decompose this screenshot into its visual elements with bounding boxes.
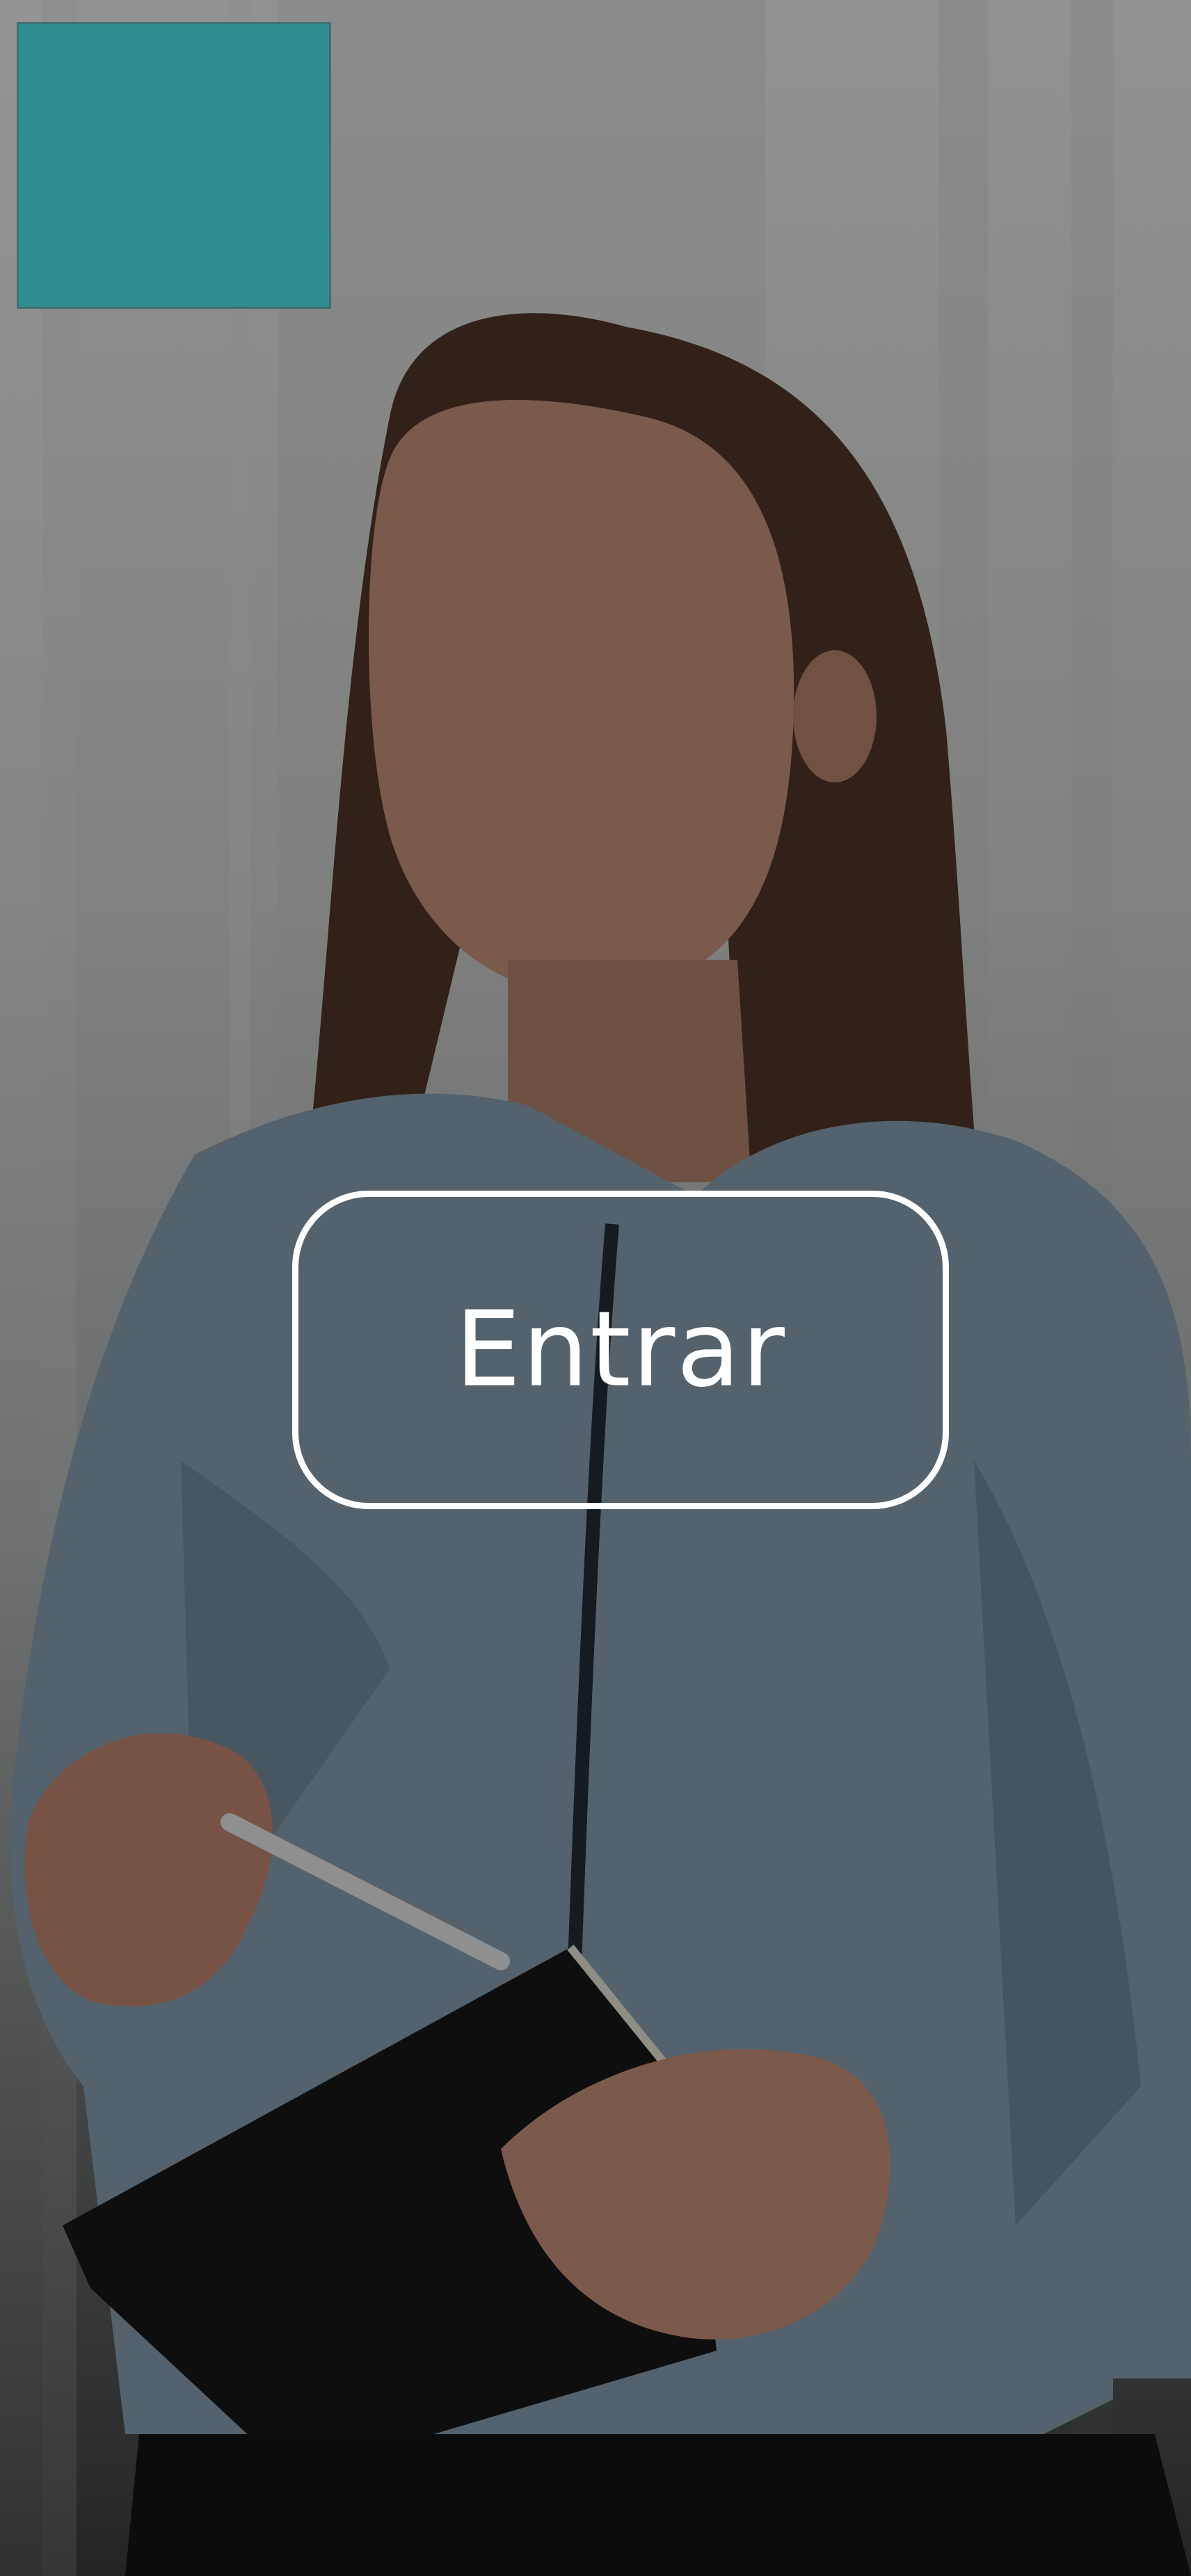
enter-button[interactable]: Entrar	[292, 1191, 949, 1509]
enter-button-label: Entrar	[455, 1289, 786, 1410]
landing-screen: Entrar	[0, 0, 1191, 2576]
app-logo	[17, 22, 331, 309]
